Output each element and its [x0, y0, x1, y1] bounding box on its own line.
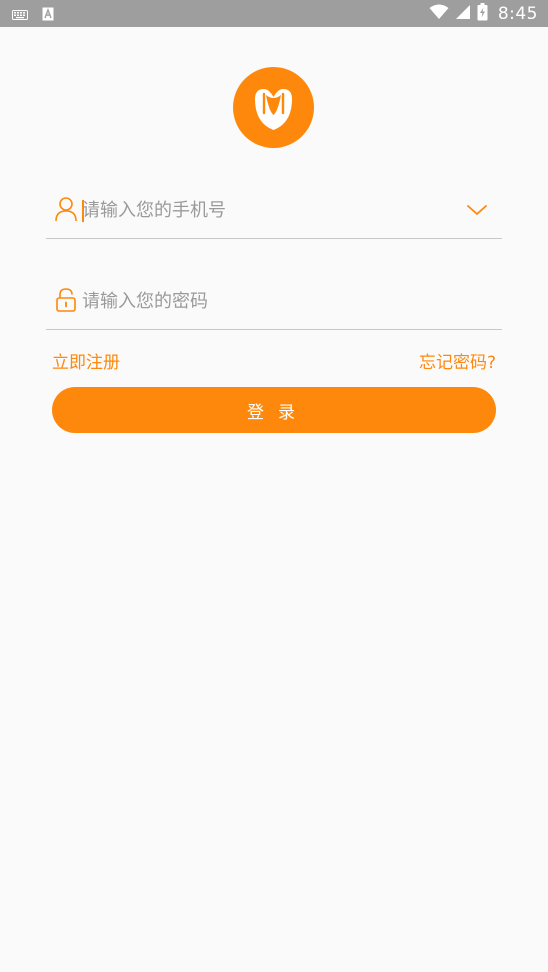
keyboard-icon	[12, 6, 28, 25]
status-time: 8:45	[497, 4, 538, 24]
chevron-down-icon[interactable]	[466, 202, 488, 218]
user-icon	[55, 196, 77, 226]
password-field	[46, 273, 502, 330]
a-icon	[42, 6, 54, 25]
lock-icon	[55, 287, 77, 317]
app-logo	[233, 67, 314, 148]
wifi-icon	[429, 4, 449, 24]
signal-icon	[455, 4, 471, 24]
phone-field	[46, 182, 502, 239]
login-button[interactable]: 登录	[52, 387, 496, 433]
status-bar: 8:45	[0, 0, 548, 27]
phone-input[interactable]	[82, 194, 452, 226]
text-cursor	[82, 200, 84, 222]
forgot-password-link[interactable]: 忘记密码?	[419, 348, 496, 373]
register-link[interactable]: 立即注册	[52, 348, 120, 373]
status-bar-left	[12, 6, 54, 25]
battery-charging-icon	[477, 3, 488, 25]
app-logo-icon	[255, 89, 292, 130]
status-bar-right: 8:45	[429, 3, 538, 25]
auth-links: 立即注册 忘记密码?	[52, 348, 496, 373]
password-input[interactable]	[82, 285, 452, 317]
